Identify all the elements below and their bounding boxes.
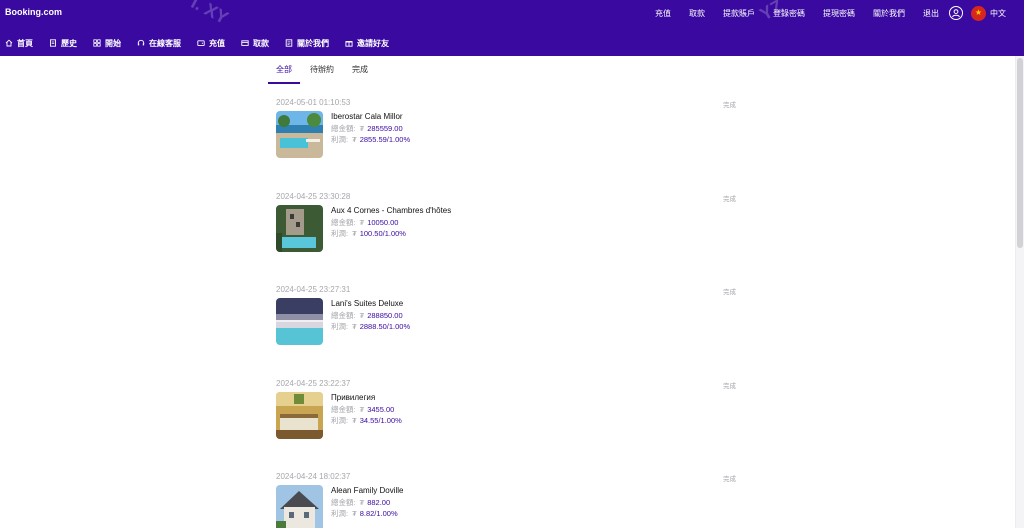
language-label: 中文 (990, 8, 1006, 18)
nav-item-online-support[interactable]: 在線客服 (137, 38, 181, 49)
main-nav: 首頁 歷史 開始 在線客服 充值 取款 關於我們 邀請好友 (5, 36, 405, 50)
nav-item-start[interactable]: 開始 (93, 38, 121, 49)
watermark-decoration: I. XY (187, 0, 232, 29)
tab-all[interactable]: 全部 (268, 64, 300, 84)
login-password-link[interactable]: 登錄密碼 (773, 8, 805, 19)
nav-item-home[interactable]: 首頁 (5, 38, 33, 49)
hotel-thumbnail[interactable] (276, 485, 323, 528)
order-profit: 利潤: ₮ 2855.59/1.00% (331, 135, 411, 144)
order-status: 完成 (723, 476, 736, 483)
order-profit: 利潤: ₮ 34.55/1.00% (331, 416, 402, 425)
nav-item-withdraw[interactable]: 取款 (241, 38, 269, 49)
scrollbar-thumb[interactable] (1017, 58, 1023, 248)
account-links: 充值 取款 提款賬戶 登錄密碼 提現密碼 關於我們 退出 ★ 中文 (637, 3, 1006, 23)
tab-completed[interactable]: 完成 (352, 64, 368, 84)
top-navigation-bar: Booking.com 充值 取款 提款賬戶 登錄密碼 提現密碼 關於我們 退出… (0, 0, 1024, 56)
nav-item-history[interactable]: 歷史 (49, 38, 77, 49)
order-item[interactable]: 2024-04-25 23:22:37 完成 Привилегия 總金額: ₮ 3… (268, 379, 744, 459)
nav-item-label: 在線客服 (149, 38, 181, 48)
info-icon (285, 39, 293, 47)
order-status: 完成 (723, 102, 736, 109)
order-item[interactable]: 2024-04-25 23:30:28 完成 Aux 4 Cornes - Ch… (268, 192, 744, 272)
order-time: 2024-04-25 23:22:37 (276, 379, 351, 388)
order-item[interactable]: 2024-05-01 01:10:53 完成 Iberostar Cala Mi… (268, 98, 744, 178)
withdraw-link[interactable]: 取款 (689, 8, 705, 19)
hotel-name: Alean Family Doville (331, 486, 404, 495)
order-time: 2024-04-24 18:02:37 (276, 472, 351, 481)
nav-item-invite-friends[interactable]: 邀請好友 (345, 38, 389, 49)
order-history-panel: 全部 待辦約 完成 2024-05-01 01:10:53 完成 Iberost… (268, 56, 744, 528)
order-time: 2024-04-25 23:27:31 (276, 285, 351, 294)
user-avatar-icon[interactable] (949, 6, 963, 20)
document-icon (50, 39, 56, 47)
hotel-name: Iberostar Cala Millor (331, 112, 403, 121)
order-total: 總金額: ₮ 882.00 (331, 498, 391, 507)
tab-pending[interactable]: 待辦約 (310, 64, 334, 84)
hotel-thumbnail[interactable] (276, 111, 323, 158)
nav-item-label: 充值 (209, 38, 225, 48)
order-total: 總金額: ₮ 3455.00 (331, 405, 395, 414)
order-total: 總金額: ₮ 288850.00 (331, 311, 403, 320)
china-flag-icon: ★ (971, 5, 986, 21)
order-status: 完成 (723, 289, 736, 296)
logout-link[interactable]: 退出 (923, 8, 939, 19)
about-us-link[interactable]: 關於我們 (873, 8, 905, 19)
hotel-name: Aux 4 Cornes - Chambres d'hôtes (331, 206, 452, 215)
order-status: 完成 (723, 383, 736, 390)
nav-item-label: 歷史 (61, 38, 77, 48)
nav-item-label: 開始 (105, 38, 121, 48)
gift-icon (345, 41, 353, 47)
brand-logo[interactable]: Booking.com (5, 7, 62, 17)
nav-item-label: 首頁 (17, 38, 33, 48)
order-profit: 利潤: ₮ 100.50/1.00% (331, 229, 406, 238)
nav-item-label: 關於我們 (297, 38, 329, 48)
order-profit: 利潤: ₮ 8.82/1.00% (331, 509, 398, 518)
grid-icon (93, 39, 101, 47)
page-scrollbar[interactable] (1015, 56, 1024, 528)
nav-item-about[interactable]: 關於我們 (285, 38, 329, 49)
nav-item-label: 取款 (253, 38, 269, 48)
order-profit: 利潤: ₮ 2888.50/1.00% (331, 322, 411, 331)
hotel-thumbnail[interactable] (276, 205, 323, 252)
order-status: 完成 (723, 196, 736, 203)
hotel-name: Привилегия (331, 393, 376, 402)
withdraw-password-link[interactable]: 提現密碼 (823, 8, 855, 19)
nav-item-topup[interactable]: 充值 (197, 38, 225, 49)
order-time: 2024-04-25 23:30:28 (276, 192, 351, 201)
hotel-thumbnail[interactable] (276, 392, 323, 439)
order-time: 2024-05-01 01:10:53 (276, 98, 351, 107)
hotel-thumbnail[interactable] (276, 298, 323, 345)
hotel-name: Lani's Suites Deluxe (331, 299, 404, 308)
nav-item-label: 邀請好友 (357, 38, 389, 48)
withdraw-account-link[interactable]: 提款賬戶 (723, 8, 755, 19)
order-total: 總金額: ₮ 10050.00 (331, 218, 399, 227)
order-item[interactable]: 2024-04-25 23:27:31 完成 Lani's Suites Del… (268, 285, 744, 365)
order-item[interactable]: 2024-04-24 18:02:37 完成 Alean Family Dovi… (268, 472, 744, 528)
home-icon (5, 39, 13, 47)
order-total: 總金額: ₮ 285559.00 (331, 124, 403, 133)
order-filter-tabs: 全部 待辦約 完成 (268, 56, 744, 84)
topup-link[interactable]: 充值 (655, 8, 671, 19)
wallet-icon (197, 40, 205, 47)
headset-icon (137, 39, 145, 46)
language-selector[interactable]: ★ 中文 (971, 5, 1006, 21)
card-icon (241, 40, 249, 46)
